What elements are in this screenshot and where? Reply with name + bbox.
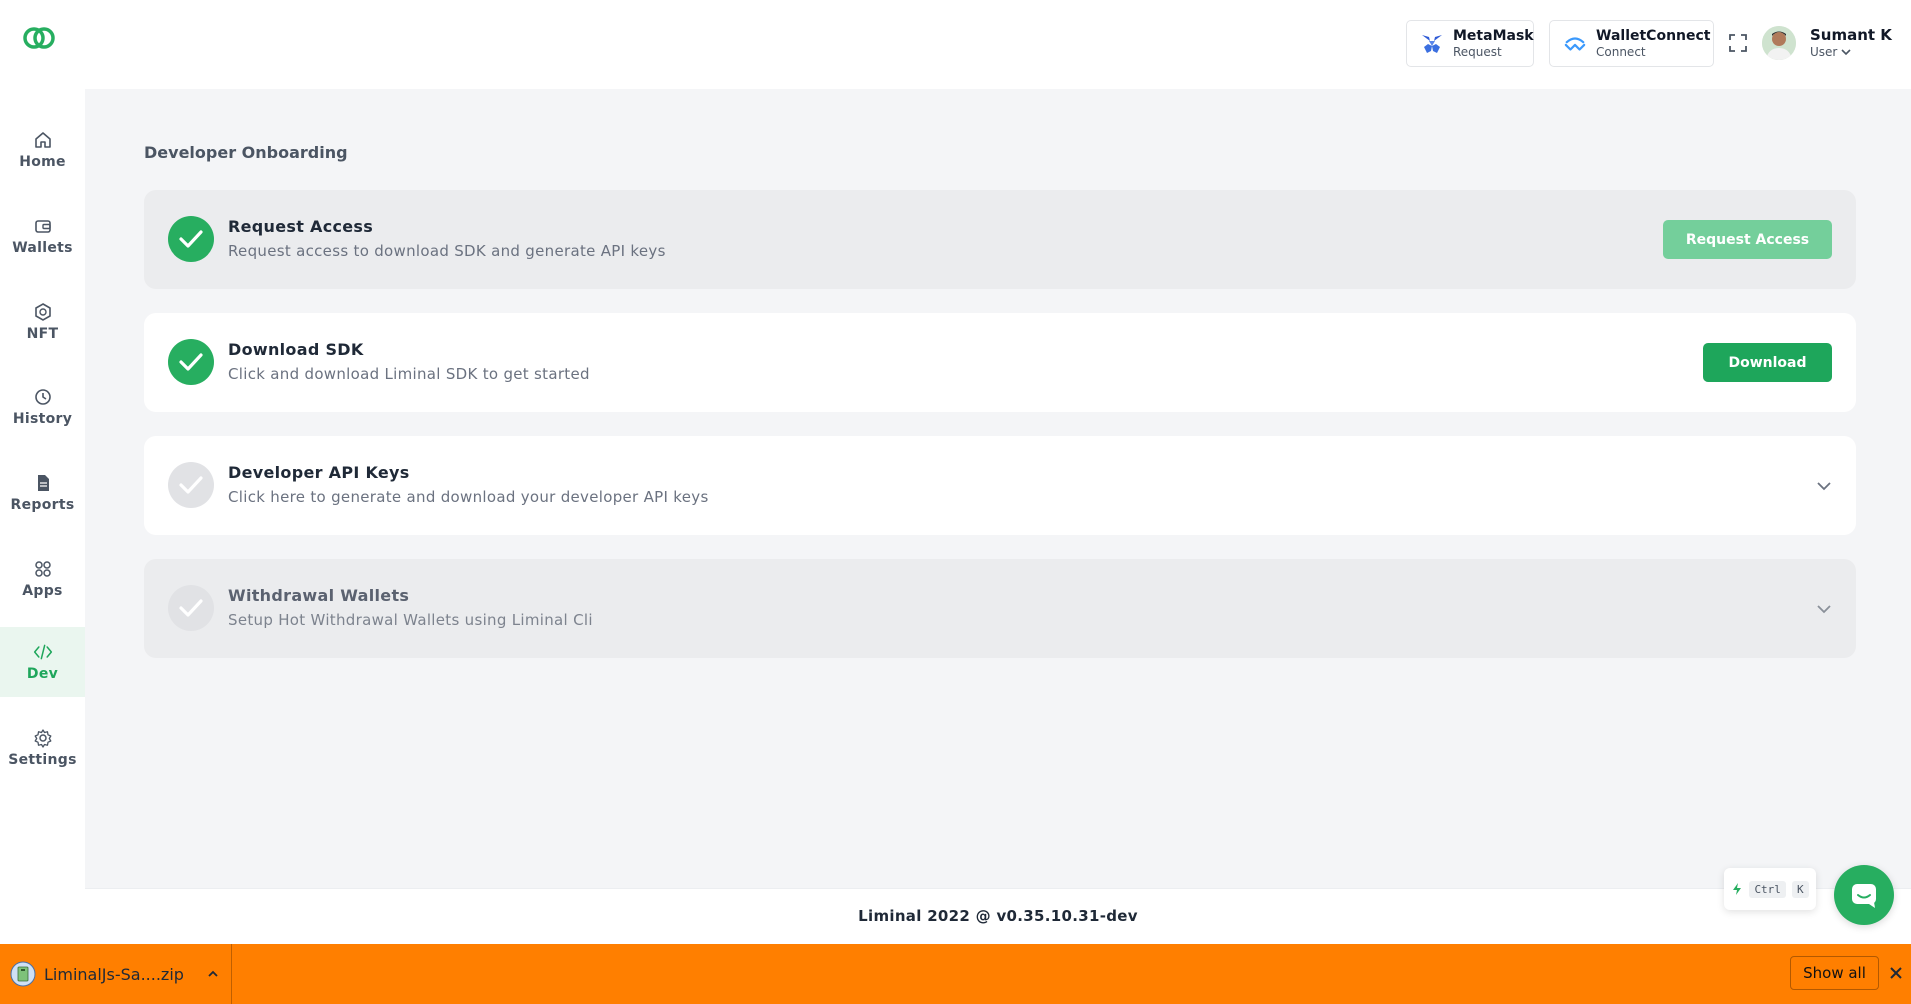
step-title: Download SDK	[228, 340, 364, 359]
sidebar-item-label: Wallets	[12, 240, 73, 256]
step-title: Developer API Keys	[228, 463, 410, 482]
step-description: Request access to download SDK and gener…	[228, 242, 666, 260]
sidebar-item-home[interactable]: Home	[0, 115, 85, 185]
apps-grid-icon	[34, 561, 51, 577]
sidebar-item-label: Settings	[8, 752, 77, 768]
sidebar-item-label: Home	[19, 154, 66, 170]
chat-support-button[interactable]	[1834, 865, 1894, 925]
avatar[interactable]	[1762, 26, 1796, 60]
footer: Liminal 2022 @ v0.35.10.31-dev	[85, 888, 1911, 944]
metamask-sublabel: Request	[1453, 44, 1502, 59]
step-card-developer-api-keys[interactable]: Developer API Keys Click here to generat…	[144, 436, 1856, 535]
check-circle-icon	[168, 216, 214, 262]
document-icon	[37, 475, 49, 491]
sidebar-item-label: Apps	[22, 583, 63, 599]
fullscreen-icon[interactable]	[1728, 33, 1748, 53]
wallet-icon	[34, 220, 51, 233]
step-title: Withdrawal Wallets	[228, 586, 410, 605]
sidebar-item-settings[interactable]: Settings	[0, 713, 85, 783]
step-card-download-sdk: Download SDK Click and download Liminal …	[144, 313, 1856, 412]
clock-icon	[34, 389, 51, 405]
close-icon[interactable]	[1887, 964, 1905, 982]
chevron-up-icon[interactable]	[206, 967, 220, 981]
chevron-down-icon	[1841, 49, 1851, 56]
home-icon	[34, 132, 51, 148]
check-circle-icon	[168, 585, 214, 631]
check-circle-icon	[168, 462, 214, 508]
step-card-request-access: Request Access Request access to downloa…	[144, 190, 1856, 289]
chat-icon	[1852, 884, 1876, 908]
walletconnect-sublabel: Connect	[1596, 44, 1646, 59]
show-all-button[interactable]: Show all	[1790, 956, 1879, 990]
liminal-logo[interactable]	[22, 24, 56, 52]
sidebar-item-dev[interactable]: Dev	[0, 627, 85, 697]
walletconnect-icon	[1564, 33, 1586, 55]
check-circle-icon	[168, 339, 214, 385]
footer-version-text: Liminal 2022 @ v0.35.10.31-dev	[858, 907, 1138, 925]
user-role-label: User	[1810, 45, 1838, 59]
download-item[interactable]: LiminalJs-Sa....zip	[0, 944, 232, 1004]
download-button[interactable]: Download	[1703, 343, 1832, 382]
walletconnect-label: WalletConnect	[1596, 27, 1711, 44]
browser-download-bar: LiminalJs-Sa....zip Show all	[0, 944, 1911, 1004]
command-shortcut[interactable]: Ctrl K	[1724, 868, 1816, 910]
shortcut-key-ctrl: Ctrl	[1749, 880, 1786, 898]
metamask-icon	[1421, 33, 1443, 55]
user-name[interactable]: Sumant K	[1810, 26, 1892, 44]
shortcut-key-k: K	[1791, 880, 1809, 898]
lightning-icon	[1733, 883, 1742, 895]
chevron-down-icon[interactable]	[1814, 599, 1834, 619]
chevron-down-icon[interactable]	[1814, 476, 1834, 496]
sidebar-item-label: NFT	[26, 326, 59, 342]
sidebar-item-label: Dev	[26, 666, 59, 682]
sidebar-item-nft[interactable]: NFT	[0, 287, 85, 357]
gear-icon	[34, 729, 51, 748]
nft-icon	[34, 303, 51, 321]
zip-file-icon	[10, 961, 36, 987]
step-description: Click and download Liminal SDK to get st…	[228, 365, 590, 383]
sidebar-item-history[interactable]: History	[0, 372, 85, 442]
sidebar-item-label: Reports	[10, 497, 75, 513]
sidebar-item-reports[interactable]: Reports	[0, 458, 85, 528]
user-role-dropdown[interactable]: User	[1810, 45, 1851, 59]
page-title: Developer Onboarding	[144, 143, 348, 162]
code-icon	[33, 644, 52, 660]
sidebar-item-label: History	[12, 411, 73, 427]
step-description: Setup Hot Withdrawal Wallets using Limin…	[228, 611, 593, 629]
sidebar-item-wallets[interactable]: Wallets	[0, 201, 85, 271]
top-header: MetaMask Request WalletConnect Connect S…	[0, 0, 1911, 89]
step-title: Request Access	[228, 217, 374, 236]
step-description: Click here to generate and download your…	[228, 488, 709, 506]
metamask-button[interactable]: MetaMask Request	[1406, 20, 1534, 67]
step-card-withdrawal-wallets[interactable]: Withdrawal Wallets Setup Hot Withdrawal …	[144, 559, 1856, 658]
metamask-label: MetaMask	[1453, 27, 1534, 44]
request-access-button[interactable]: Request Access	[1663, 220, 1832, 259]
walletconnect-button[interactable]: WalletConnect Connect	[1549, 20, 1714, 67]
sidebar: Home Wallets NFT History Reports Apps De…	[0, 89, 85, 944]
download-file-name: LiminalJs-Sa....zip	[44, 964, 184, 984]
sidebar-item-apps[interactable]: Apps	[0, 544, 85, 614]
